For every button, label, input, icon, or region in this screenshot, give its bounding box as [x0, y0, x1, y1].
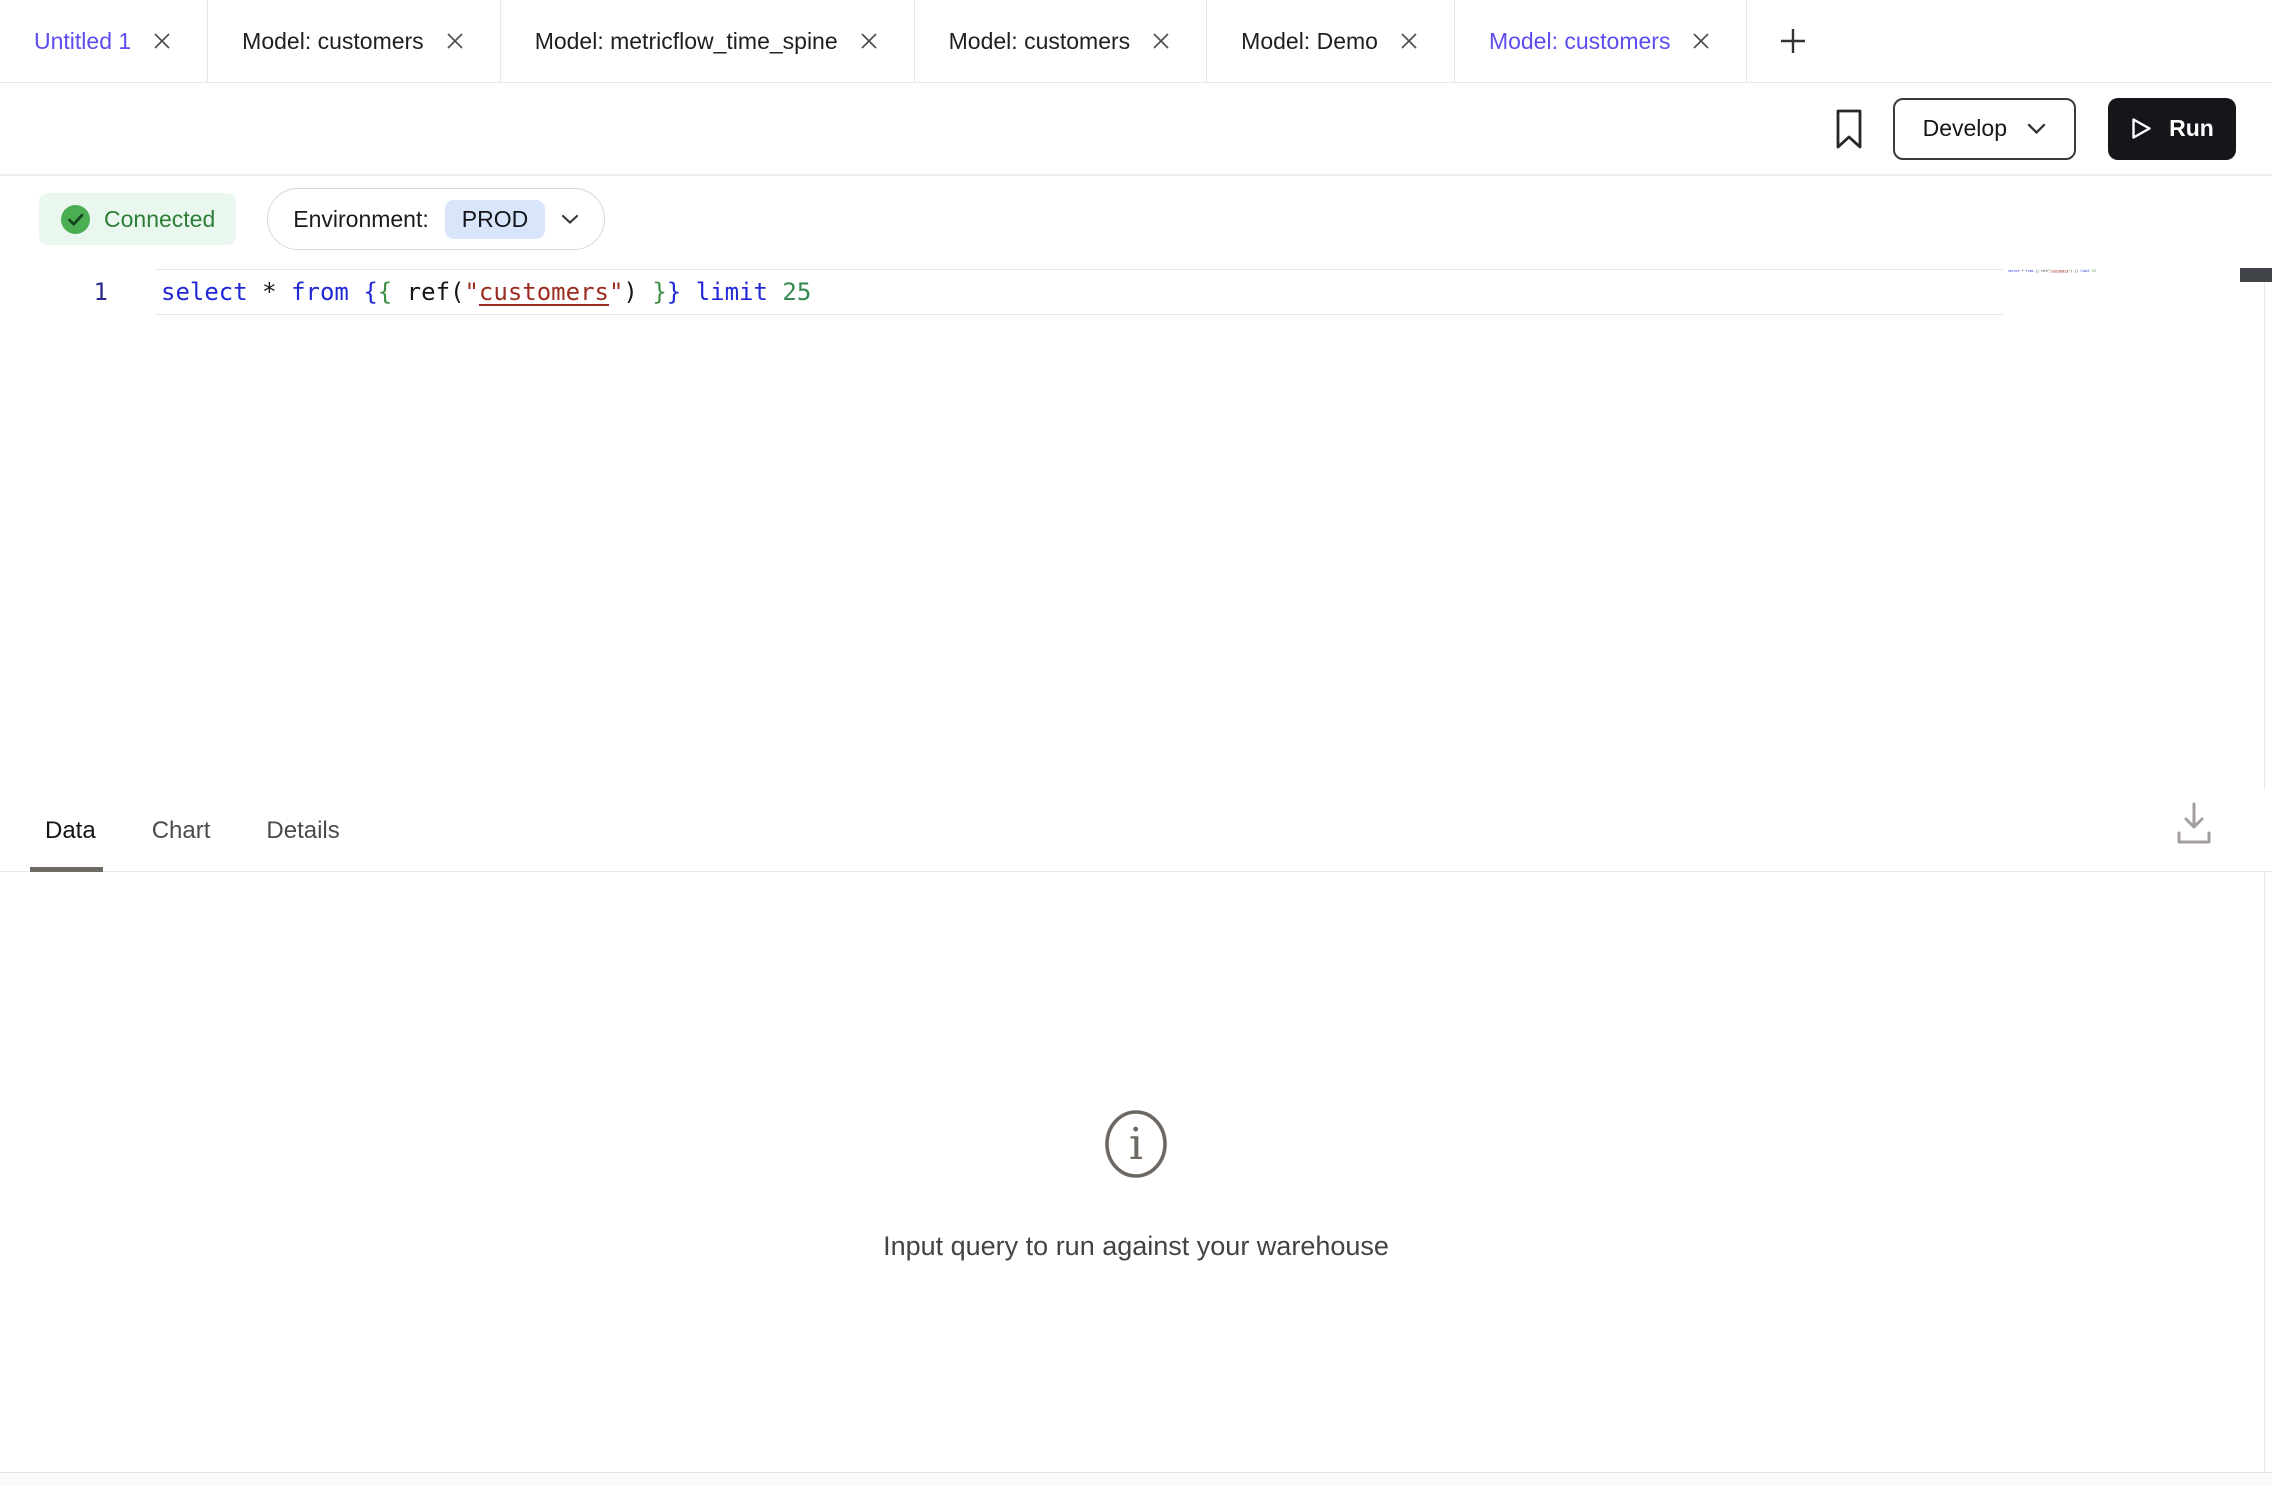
bookmark-button[interactable] [1833, 107, 1865, 151]
code-token: } [667, 278, 681, 306]
tab-model-customers-1[interactable]: Model: customers [208, 0, 501, 82]
tab-chart[interactable]: Chart [150, 790, 213, 871]
editor-tab-bar: Untitled 1 Model: customers Model: metri… [0, 0, 2272, 83]
close-tab-icon[interactable] [151, 30, 173, 52]
toolbar: Develop Run [0, 83, 2272, 176]
code-token: { [378, 278, 392, 306]
code-token: select [161, 278, 248, 306]
editor-minimap[interactable]: select * from {{ ref("customers") }} lim… [2008, 268, 2096, 274]
develop-dropdown-button[interactable]: Develop [1893, 98, 2076, 160]
sql-editor[interactable]: 1 select * from {{ ref("customers") }} l… [0, 261, 2272, 790]
code-token: from [291, 278, 349, 306]
results-empty-state: i Input query to run against your wareho… [0, 1108, 2272, 1262]
minimap-token: customers [2051, 269, 2069, 273]
results-tab-label: Details [266, 817, 339, 845]
close-tab-icon[interactable] [858, 30, 880, 52]
close-tab-icon[interactable] [1690, 30, 1712, 52]
code-token [349, 278, 363, 306]
environment-value-chip: PROD [445, 200, 545, 239]
connection-status-row: Connected Environment: PROD [0, 178, 2272, 260]
code-token: * [262, 278, 276, 306]
tab-label: Model: customers [1489, 28, 1671, 55]
run-button[interactable]: Run [2108, 98, 2236, 160]
minimap-token: limit [2080, 269, 2090, 273]
tab-label: Model: customers [949, 28, 1131, 55]
bottom-strip [0, 1473, 2272, 1486]
plus-icon [1778, 26, 1808, 56]
tab-untitled-1[interactable]: Untitled 1 [0, 0, 208, 82]
tab-label: Untitled 1 [34, 28, 131, 55]
check-circle-icon [60, 204, 91, 235]
line-number: 1 [0, 270, 108, 314]
active-line-highlight: select * from {{ ref("customers") }} lim… [155, 269, 2003, 315]
develop-label: Develop [1923, 115, 2007, 142]
code-token [638, 278, 652, 306]
tab-label: Model: metricflow_time_spine [535, 28, 838, 55]
results-tab-label: Chart [152, 817, 211, 845]
code-token: } [652, 278, 666, 306]
code-token: " [464, 278, 478, 306]
chevron-down-icon [561, 214, 579, 225]
code-token: " [609, 278, 623, 306]
environment-label: Environment: [293, 206, 429, 233]
empty-state-message: Input query to run against your warehous… [0, 1231, 2272, 1262]
code-line[interactable]: select * from {{ ref("customers") }} lim… [161, 270, 811, 314]
connected-label: Connected [104, 206, 215, 233]
tab-model-customers-2[interactable]: Model: customers [915, 0, 1208, 82]
tab-label: Model: customers [242, 28, 424, 55]
tab-model-demo[interactable]: Model: Demo [1207, 0, 1455, 82]
play-icon [2130, 116, 2153, 141]
code-token-model-link[interactable]: customers [479, 278, 609, 306]
code-token: 25 [782, 278, 811, 306]
code-token [277, 278, 291, 306]
results-tab-bar: Data Chart Details [0, 790, 2272, 872]
tab-label: Model: Demo [1241, 28, 1378, 55]
tab-details[interactable]: Details [264, 790, 341, 871]
scrollbar-thumb[interactable] [2240, 268, 2272, 282]
connected-status-badge: Connected [39, 193, 236, 245]
code-token: ) [623, 278, 637, 306]
close-tab-icon[interactable] [1150, 30, 1172, 52]
minimap-token: from [2026, 269, 2034, 273]
code-token [248, 278, 262, 306]
code-token [681, 278, 695, 306]
minimap-token: select [2008, 269, 2020, 273]
code-token: limit [696, 278, 768, 306]
tab-data[interactable]: Data [43, 790, 98, 871]
tab-model-metricflow-time-spine[interactable]: Model: metricflow_time_spine [501, 0, 915, 82]
close-tab-icon[interactable] [444, 30, 466, 52]
bookmark-icon [1833, 107, 1865, 151]
new-tab-button[interactable] [1747, 0, 1839, 82]
tab-model-customers-3[interactable]: Model: customers [1455, 0, 1748, 82]
run-label: Run [2169, 115, 2214, 142]
download-icon [2174, 799, 2214, 847]
chevron-down-icon [2027, 123, 2046, 135]
close-tab-icon[interactable] [1398, 30, 1420, 52]
code-token: { [363, 278, 377, 306]
code-token: ref( [392, 278, 464, 306]
code-token [768, 278, 782, 306]
svg-text:i: i [1129, 1119, 1143, 1170]
ide-screen: Untitled 1 Model: customers Model: metri… [0, 0, 2272, 1486]
info-circle-icon: i [1102, 1108, 1170, 1180]
environment-selector[interactable]: Environment: PROD [267, 188, 605, 250]
results-tab-label: Data [45, 817, 96, 845]
minimap-token: 25 [2092, 269, 2096, 273]
download-results-button[interactable] [2171, 796, 2217, 850]
minimap-token: ref( [2039, 269, 2049, 273]
